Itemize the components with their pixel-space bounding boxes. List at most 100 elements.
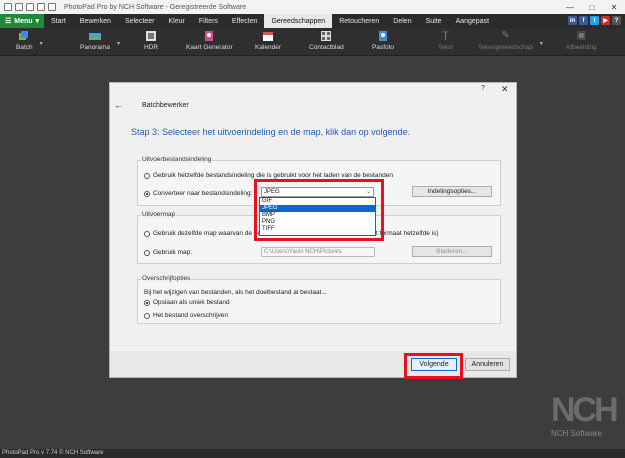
next-highlight-box (404, 353, 463, 379)
hdr-icon (146, 31, 157, 41)
image-icon: ▣ (576, 30, 587, 41)
tab-suite[interactable]: Suite (419, 14, 449, 28)
tab-aangepast[interactable]: Aangepast (449, 14, 496, 28)
radio-same-folder[interactable]: Gebruik dezelfde map waarvan de be (144, 230, 261, 237)
afbeelding-tool-label: Afbeelding (566, 44, 597, 51)
radio-button[interactable] (144, 312, 150, 319)
tekengereedschap-tool[interactable]: ✎ Tekengereedschap ▾ (478, 30, 543, 51)
facebook-icon[interactable]: f (579, 16, 588, 25)
radio-label: Gebruik hetzelfde bestandsindeling die i… (153, 172, 393, 179)
overwrite-options-group: Overschrijfopties Bij het wijzigen van b… (137, 275, 501, 324)
radio-button[interactable] (144, 299, 150, 306)
caret-down-icon: ▾ (35, 18, 40, 25)
caret-down-icon[interactable]: ▾ (540, 40, 543, 47)
tab-bewerken[interactable]: Bewerken (73, 14, 118, 28)
radio-same-format[interactable]: Gebruik hetzelfde bestandsindeling die i… (144, 172, 393, 179)
title-bar: PhotoPad Pro by NCH Software - Geregistr… (0, 0, 625, 14)
radio-convert-format[interactable]: Converteer naar bestandsindeling: (144, 190, 252, 197)
help-icon[interactable]: ? (481, 85, 485, 92)
save-icon[interactable] (15, 3, 23, 11)
back-arrow-icon[interactable]: ← (114, 100, 123, 110)
status-bar: PhotoPad Pro v 7.74 © NCH Software (0, 449, 625, 458)
tab-delen[interactable]: Delen (386, 14, 418, 28)
batch-editor-dialog: ? ✕ ← Batchbewerker Stap 3: Selecteer he… (109, 82, 517, 379)
radio-label: Converteer naar bestandsindeling: (153, 190, 253, 197)
tekst-tool-label: Tekst (438, 44, 454, 51)
cancel-button[interactable]: Annuleren (465, 358, 510, 371)
radio-label: Gebruik map: (153, 249, 193, 256)
contactblad-tool[interactable]: Contactblad (309, 30, 344, 51)
radio-label: Gebruik dezelfde map waarvan de be (153, 230, 262, 237)
dialog-title: Batchbewerker (142, 102, 189, 109)
app-icon[interactable] (4, 3, 12, 11)
menu-bar: ☰ Menu ▾ Start Bewerken Selecteer Kleur … (0, 14, 625, 28)
hamburger-icon: ☰ (4, 18, 12, 25)
redo-icon[interactable] (48, 3, 56, 11)
minimize-icon[interactable]: — (559, 0, 581, 14)
radio-label: Opslaan als uniek bestand (153, 299, 230, 306)
tab-selecteer[interactable]: Selecteer (118, 14, 162, 28)
twitter-icon[interactable]: t (590, 16, 599, 25)
pasfoto-tool[interactable]: Pasfoto (372, 30, 394, 51)
ribbon-toolbar: Batch ▾ Panorama ▾ HDR Kaart Generator K… (0, 28, 625, 56)
quick-access-toolbar (0, 3, 56, 11)
logo-letters: NCH (551, 391, 619, 429)
tekengereedschap-tool-label: Tekengereedschap (478, 44, 533, 51)
hdr-tool-label: HDR (144, 44, 159, 51)
menu-button-label: Menu (14, 17, 33, 25)
batch-icon (19, 31, 29, 40)
tab-kleur[interactable]: Kleur (162, 14, 192, 28)
close-icon[interactable]: ✕ (603, 0, 625, 14)
radio-use-folder[interactable]: Gebruik map: (144, 249, 192, 256)
radio-save-unique[interactable]: Opslaan als uniek bestand (144, 299, 230, 306)
batch-tool[interactable]: Batch ▾ (16, 30, 43, 51)
contact-sheet-icon (321, 31, 332, 41)
kalender-tool[interactable]: Kalender (255, 30, 281, 51)
youtube-icon[interactable]: ▶ (601, 16, 610, 25)
logo-subtitle: NCH Software (551, 429, 603, 438)
batch-tool-label: Batch (16, 44, 33, 51)
menu-button[interactable]: ☰ Menu ▾ (0, 14, 44, 28)
open-icon[interactable] (26, 3, 34, 11)
step-heading: Stap 3: Selecteer het uitvoerindeling en… (131, 127, 411, 137)
kaart-generator-tool-label: Kaart Generator (186, 44, 233, 51)
afbeelding-tool[interactable]: ▣ Afbeelding (566, 30, 597, 51)
maximize-icon[interactable]: □ (581, 0, 603, 14)
panorama-tool[interactable]: Panorama ▾ (80, 30, 120, 51)
help-icon[interactable]: ? (612, 16, 621, 25)
calendar-icon (263, 32, 274, 41)
hdr-tool[interactable]: HDR (144, 30, 158, 51)
group-label: Overschrijfopties (141, 275, 192, 282)
close-icon[interactable]: ✕ (501, 84, 509, 95)
nch-logo: NCH NCH Software (551, 393, 623, 443)
undo-icon[interactable] (37, 3, 45, 11)
caret-down-icon[interactable]: ▾ (117, 40, 120, 47)
tab-filters[interactable]: Filters (192, 14, 225, 28)
card-icon (205, 31, 214, 41)
group-label: Uitvoermap (141, 211, 177, 218)
radio-label-continued: t formaat hetzelfde is) (376, 230, 439, 237)
format-highlight-box (254, 179, 384, 241)
window-title: PhotoPad Pro by NCH Software - Geregistr… (64, 3, 247, 11)
folder-path-field[interactable]: C:\Users\Yasin NCH\Pictures (261, 247, 375, 257)
tab-effecten[interactable]: Effecten (225, 14, 265, 28)
tab-start[interactable]: Start (44, 14, 73, 28)
tekst-tool[interactable]: T Tekst (438, 30, 453, 51)
radio-button[interactable] (144, 249, 150, 256)
social-links: in f t ▶ ? (568, 16, 621, 25)
radio-button[interactable] (144, 190, 150, 197)
caret-down-icon[interactable]: ▾ (40, 40, 43, 47)
radio-button[interactable] (144, 230, 150, 237)
linkedin-icon[interactable]: in (568, 16, 577, 25)
tab-retoucheren[interactable]: Retoucheren (332, 14, 386, 28)
panorama-tool-label: Panorama (80, 44, 110, 51)
tab-gereedschappen[interactable]: Gereedschappen (264, 14, 333, 28)
radio-overwrite-file[interactable]: Het bestand overschrijven (144, 312, 228, 319)
format-options-button[interactable]: Indelingsopties... (412, 186, 492, 197)
radio-label: Het bestand overschrijven (153, 312, 229, 319)
contactblad-tool-label: Contactblad (309, 44, 344, 51)
radio-button[interactable] (144, 172, 150, 179)
kaart-generator-tool[interactable]: Kaart Generator (186, 30, 233, 51)
browse-button[interactable]: Bladeren... (412, 246, 492, 257)
group-label: Uitvoerbestandsindeling (141, 156, 213, 163)
